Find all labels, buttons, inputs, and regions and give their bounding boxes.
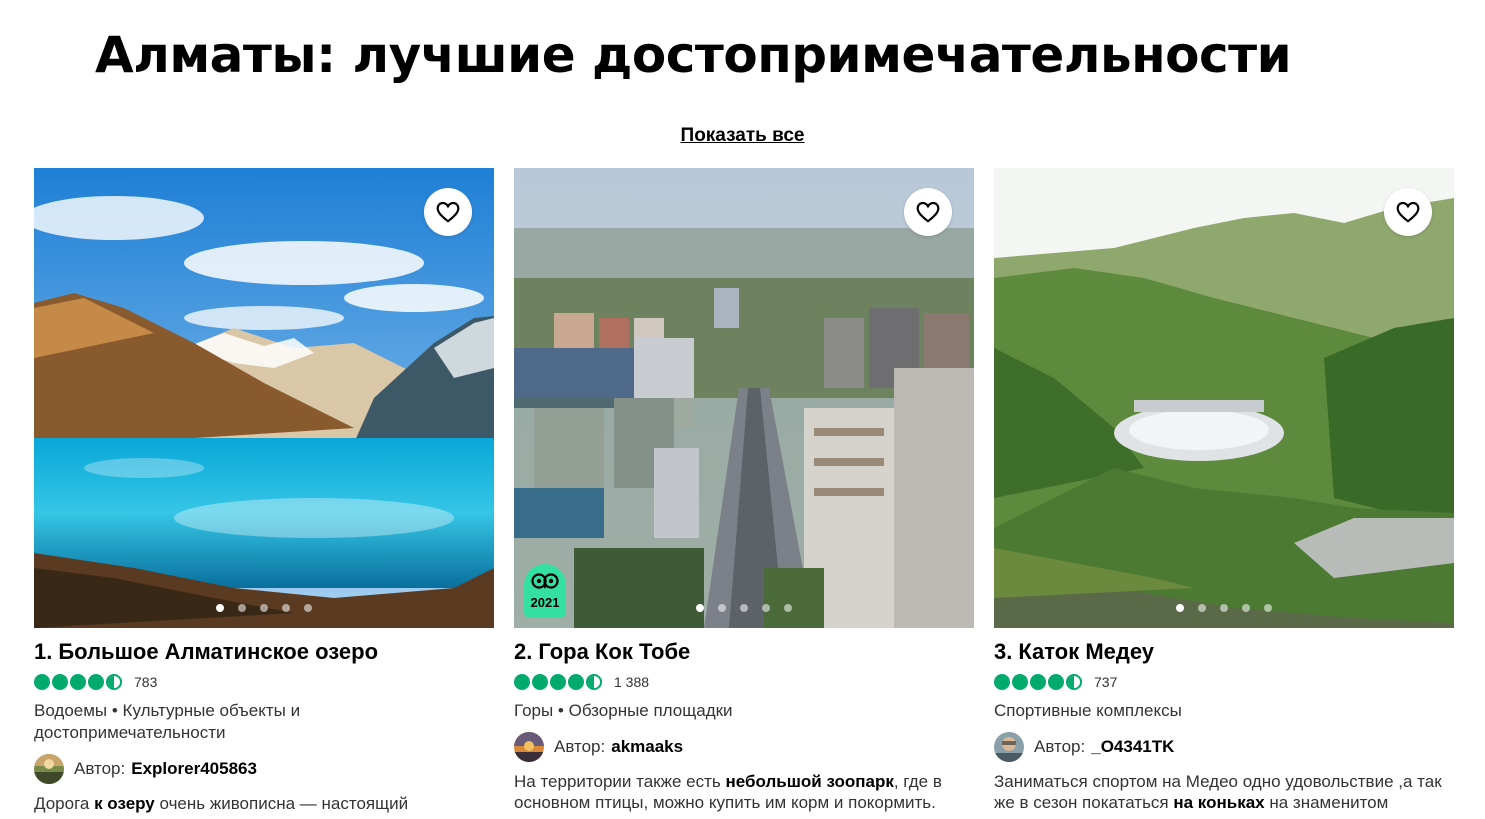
carousel-dot[interactable] — [238, 604, 246, 612]
carousel-dot[interactable] — [1220, 604, 1228, 612]
rating-bubble-icon — [70, 674, 86, 690]
rating-bubble-icon — [514, 674, 530, 690]
attraction-card-2[interactable]: 2021 2. Гора Кок Тобе 1 388 Горы • Обзорн… — [514, 168, 974, 819]
review-snippet[interactable]: На территории также есть небольшой зоопа… — [514, 771, 964, 813]
carousel-dot[interactable] — [696, 604, 704, 612]
carousel-dot[interactable] — [1176, 604, 1184, 612]
attraction-name: Каток Медеу — [1018, 639, 1155, 664]
heart-icon — [916, 201, 940, 223]
rating-bubble-icon — [550, 674, 566, 690]
author-name[interactable]: Explorer405863 — [131, 759, 257, 779]
heart-icon — [1396, 201, 1420, 223]
heart-icon — [436, 201, 460, 223]
avatar-image — [34, 754, 64, 784]
photo-carousel-dots[interactable] — [994, 604, 1454, 612]
rank: 2. — [514, 639, 533, 664]
rating-bubble-icon — [568, 674, 584, 690]
attraction-name-link[interactable]: 3. Каток Медеу — [994, 639, 1454, 665]
avatar[interactable] — [994, 732, 1024, 762]
rating-bubble-icon — [1048, 674, 1064, 690]
rating-bubble-icon — [1030, 674, 1046, 690]
rating-row[interactable]: 783 — [34, 673, 494, 691]
review-snippet[interactable]: Дорога к озеру очень живописна — настоящ… — [34, 793, 484, 814]
rating-bubbles — [34, 674, 122, 690]
save-button[interactable] — [424, 188, 472, 236]
rating-half-bubble-icon — [1066, 674, 1082, 690]
review-highlight: небольшой зоопарк — [725, 772, 894, 791]
carousel-dot[interactable] — [282, 604, 290, 612]
rating-bubbles — [514, 674, 602, 690]
carousel-dot[interactable] — [762, 604, 770, 612]
rank: 3. — [994, 639, 1013, 664]
categories: Горы • Обзорные площадки — [514, 701, 733, 720]
rating-bubble-icon — [34, 674, 50, 690]
carousel-dot[interactable] — [718, 604, 726, 612]
attraction-name-link[interactable]: 2. Гора Кок Тобе — [514, 639, 974, 665]
review-count: 1 388 — [614, 674, 650, 690]
carousel-dot[interactable] — [1264, 604, 1272, 612]
categories: Спортивные комплексы — [994, 701, 1182, 720]
carousel-dot[interactable] — [1242, 604, 1250, 612]
avatar-image — [514, 732, 544, 762]
author-name[interactable]: akmaaks — [611, 737, 683, 757]
author-row: Автор: akmaaks — [514, 732, 974, 762]
review-text: очень живописна — настоящий — [154, 794, 409, 813]
save-button[interactable] — [904, 188, 952, 236]
rating-bubbles — [994, 674, 1082, 690]
page-title: Алматы: лучшие достопримечательности — [95, 26, 1292, 84]
attraction-photo[interactable] — [34, 168, 494, 628]
attraction-photo[interactable]: 2021 — [514, 168, 974, 628]
save-button[interactable] — [1384, 188, 1432, 236]
attraction-photo[interactable] — [994, 168, 1454, 628]
rating-bubble-icon — [1012, 674, 1028, 690]
city-photo — [514, 168, 974, 628]
carousel-dot[interactable] — [304, 604, 312, 612]
rating-row[interactable]: 737 — [994, 673, 1454, 691]
rating-row[interactable]: 1 388 — [514, 673, 974, 691]
review-text: Дорога — [34, 794, 95, 813]
carousel-dot[interactable] — [740, 604, 748, 612]
author-label: Автор: — [74, 759, 126, 778]
rank: 1. — [34, 639, 53, 664]
categories: Водоемы • Культурные объекты и достоприм… — [34, 701, 301, 742]
attraction-name-link[interactable]: 1. Большое Алматинское озеро — [34, 639, 494, 665]
show-all-link[interactable]: Показать все — [0, 125, 1485, 147]
lake-photo — [34, 168, 494, 628]
carousel-dot[interactable] — [1198, 604, 1206, 612]
attraction-name: Гора Кок Тобе — [538, 639, 691, 664]
author-row: Автор: Explorer405863 — [34, 754, 494, 784]
carousel-dot[interactable] — [260, 604, 268, 612]
carousel-dot[interactable] — [216, 604, 224, 612]
avatar[interactable] — [34, 754, 64, 784]
review-text: на знаменитом — [1264, 793, 1389, 812]
author-label: Автор: — [554, 737, 606, 756]
review-highlight: к озеру — [94, 794, 155, 813]
review-count: 783 — [134, 674, 158, 690]
rating-bubble-icon — [532, 674, 548, 690]
attraction-card-3[interactable]: 3. Каток Медеу 737 Спортивные комплексы А… — [994, 168, 1454, 819]
author-label: Автор: — [1034, 737, 1086, 756]
avatar[interactable] — [514, 732, 544, 762]
rating-bubble-icon — [994, 674, 1010, 690]
author-row: Автор: _O4341TK — [994, 732, 1454, 762]
photo-carousel-dots[interactable] — [34, 604, 494, 612]
review-text: На территории также есть — [514, 772, 726, 791]
rating-bubble-icon — [52, 674, 68, 690]
author-name[interactable]: _O4341TK — [1091, 737, 1174, 757]
carousel-dot[interactable] — [784, 604, 792, 612]
attraction-card-1[interactable]: 1. Большое Алматинское озеро 783 Водоемы … — [34, 168, 494, 819]
rating-half-bubble-icon — [106, 674, 122, 690]
rating-half-bubble-icon — [586, 674, 602, 690]
attraction-name: Большое Алматинское озеро — [58, 639, 379, 664]
rating-bubble-icon — [88, 674, 104, 690]
medeu-photo — [994, 168, 1454, 628]
review-snippet[interactable]: Заниматься спортом на Медео одно удоволь… — [994, 771, 1444, 813]
travelers-choice-owl-icon — [531, 573, 559, 589]
avatar-image — [994, 732, 1024, 762]
photo-carousel-dots[interactable] — [514, 604, 974, 612]
review-highlight: на коньках — [1173, 793, 1265, 812]
review-count: 737 — [1094, 674, 1118, 690]
